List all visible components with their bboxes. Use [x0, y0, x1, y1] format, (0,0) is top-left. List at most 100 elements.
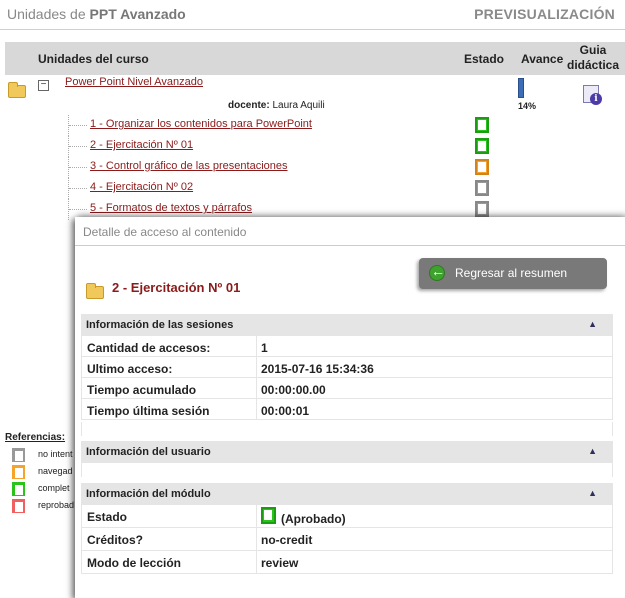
reference-item: navegad [12, 465, 73, 481]
column-divider [256, 528, 257, 550]
status-icon [475, 138, 489, 154]
user-section-header[interactable]: Información del usuario ▲ [81, 441, 613, 463]
status-swatch-icon [12, 465, 25, 479]
folder-icon [8, 82, 26, 98]
col-units-header: Unidades del curso [38, 52, 149, 66]
detail-value: review [261, 556, 299, 570]
detail-key: Cantidad de accesos: [87, 341, 211, 355]
status-swatch-icon [12, 499, 25, 513]
detail-key: Estado [87, 510, 128, 524]
back-to-summary-button[interactable]: Regresar al resumen [419, 258, 607, 289]
column-divider [256, 378, 257, 398]
reference-label: complet [38, 483, 70, 493]
module-table: Estado (Aprobado) Créditos? no-credit Modo d… [81, 505, 613, 574]
detail-value: 00:00:00.00 [261, 383, 326, 397]
unit-link[interactable]: 2 - Ejercitación Nº 01 [90, 139, 193, 151]
column-divider [256, 357, 257, 377]
dialog-title: Detalle de acceso al contenido [83, 225, 247, 239]
reference-item: complet [12, 482, 72, 498]
column-divider [256, 551, 257, 573]
approved-status-icon [261, 507, 276, 524]
column-divider [256, 505, 257, 527]
units-table-header: Unidades del curso Estado Avance Guia di… [5, 42, 625, 75]
tree-connector [69, 209, 87, 210]
spacer [81, 422, 613, 436]
back-button-label: Regresar al resumen [455, 266, 568, 280]
unit-row: 3 - Control gráfico de las presentacione… [68, 157, 489, 178]
back-arrow-icon [429, 263, 445, 281]
detail-key: Créditos? [87, 533, 144, 547]
status-swatch-icon [12, 448, 25, 462]
top-bar: Unidades de PPT Avanzado PREVISUALIZACIÓ… [0, 0, 625, 30]
status-swatch-icon [12, 482, 25, 496]
collapse-arrow-icon[interactable]: ▲ [588, 319, 597, 329]
unit-row: 2 - Ejercitación Nº 01 [68, 136, 489, 157]
col-guide-header: Guia didáctica [566, 43, 620, 72]
unit-link[interactable]: 1 - Organizar los contenidos para PowerP… [90, 118, 312, 130]
section-label: Información del módulo [86, 488, 211, 500]
detail-row: Tiempo última sesión 00:00:01 [82, 399, 612, 420]
teacher-name: Laura Aquili [272, 100, 325, 111]
detail-value: 00:00:01 [261, 404, 310, 418]
reference-item: no intent [12, 448, 73, 464]
course-link[interactable]: Power Point Nivel Avanzado [65, 76, 203, 88]
col-progress-header: Avance [521, 52, 564, 66]
detail-row: Modo de lección review [82, 551, 612, 574]
reference-label: no intent [38, 449, 73, 459]
column-divider [256, 399, 257, 419]
detail-value: (Aprobado) [281, 512, 346, 526]
tree-connector [69, 146, 87, 147]
preview-label: PREVISUALIZACIÓN [474, 6, 615, 22]
col-status-header: Estado [464, 52, 505, 66]
module-section-header[interactable]: Información del módulo ▲ [81, 483, 613, 505]
course-title: PPT Avanzado [89, 6, 186, 22]
references: Referencias: [5, 432, 65, 443]
section-label: Información del usuario [86, 446, 211, 458]
tree-connector [69, 125, 87, 126]
sessions-section-header[interactable]: Información de las sesiones ▲ [81, 314, 613, 336]
detail-key: Modo de lección [87, 556, 182, 570]
detail-key: Tiempo última sesión [87, 404, 210, 418]
detail-row: Ultimo acceso: 2015-07-16 15:34:36 [82, 357, 612, 378]
unit-link[interactable]: 5 - Formatos de textos y párrafos [90, 202, 252, 214]
unit-link[interactable]: 4 - Ejercitación Nº 02 [90, 181, 193, 193]
dialog-header: Detalle de acceso al contenido [75, 217, 625, 246]
collapse-arrow-icon[interactable]: ▲ [588, 488, 597, 498]
reference-label: navegad [38, 466, 73, 476]
collapse-tree-icon[interactable]: − [38, 80, 49, 91]
info-document-icon[interactable]: i [583, 85, 602, 105]
spacer [81, 463, 613, 477]
title-prefix: Unidades de [7, 6, 86, 22]
reference-label: reprobad [38, 500, 75, 510]
progress-bar [518, 78, 524, 98]
collapse-arrow-icon[interactable]: ▲ [588, 446, 597, 456]
detail-value: 1 [261, 341, 268, 355]
detail-key: Tiempo acumulado [87, 383, 197, 397]
column-divider [256, 336, 257, 356]
detail-value: no-credit [261, 533, 313, 547]
tree-connector [69, 167, 87, 168]
unit-link[interactable]: 3 - Control gráfico de las presentacione… [90, 160, 288, 172]
status-icon [475, 159, 489, 175]
section-label: Información de las sesiones [86, 319, 234, 331]
detail-key: Ultimo acceso: [87, 362, 173, 376]
reference-item: reprobad [12, 499, 75, 515]
tree-connector [69, 188, 87, 189]
page-title: Unidades de PPT Avanzado [7, 6, 186, 22]
teacher-label: docente: [228, 100, 270, 111]
progress-percent: 14% [518, 101, 537, 111]
detail-row: Tiempo acumulado 00:00:00.00 [82, 378, 612, 399]
detail-value: 2015-07-16 15:34:36 [261, 362, 374, 376]
status-icon [475, 117, 489, 133]
detail-row: Créditos? no-credit [82, 528, 612, 551]
detail-row: Estado (Aprobado) [82, 505, 612, 528]
folder-icon [86, 283, 104, 299]
detail-row: Cantidad de accesos: 1 [82, 336, 612, 357]
unit-row: 4 - Ejercitación Nº 02 [68, 178, 489, 199]
sessions-table: Cantidad de accesos: 1 Ultimo acceso: 2015-… [81, 336, 613, 420]
content-access-detail-dialog: Detalle de acceso al contenido Regresar … [75, 217, 625, 598]
item-title: 2 - Ejercitación Nº 01 [112, 280, 241, 295]
teacher-info: docente: Laura Aquili [228, 100, 325, 111]
references-title: Referencias: [5, 432, 66, 443]
status-icon [475, 201, 489, 217]
